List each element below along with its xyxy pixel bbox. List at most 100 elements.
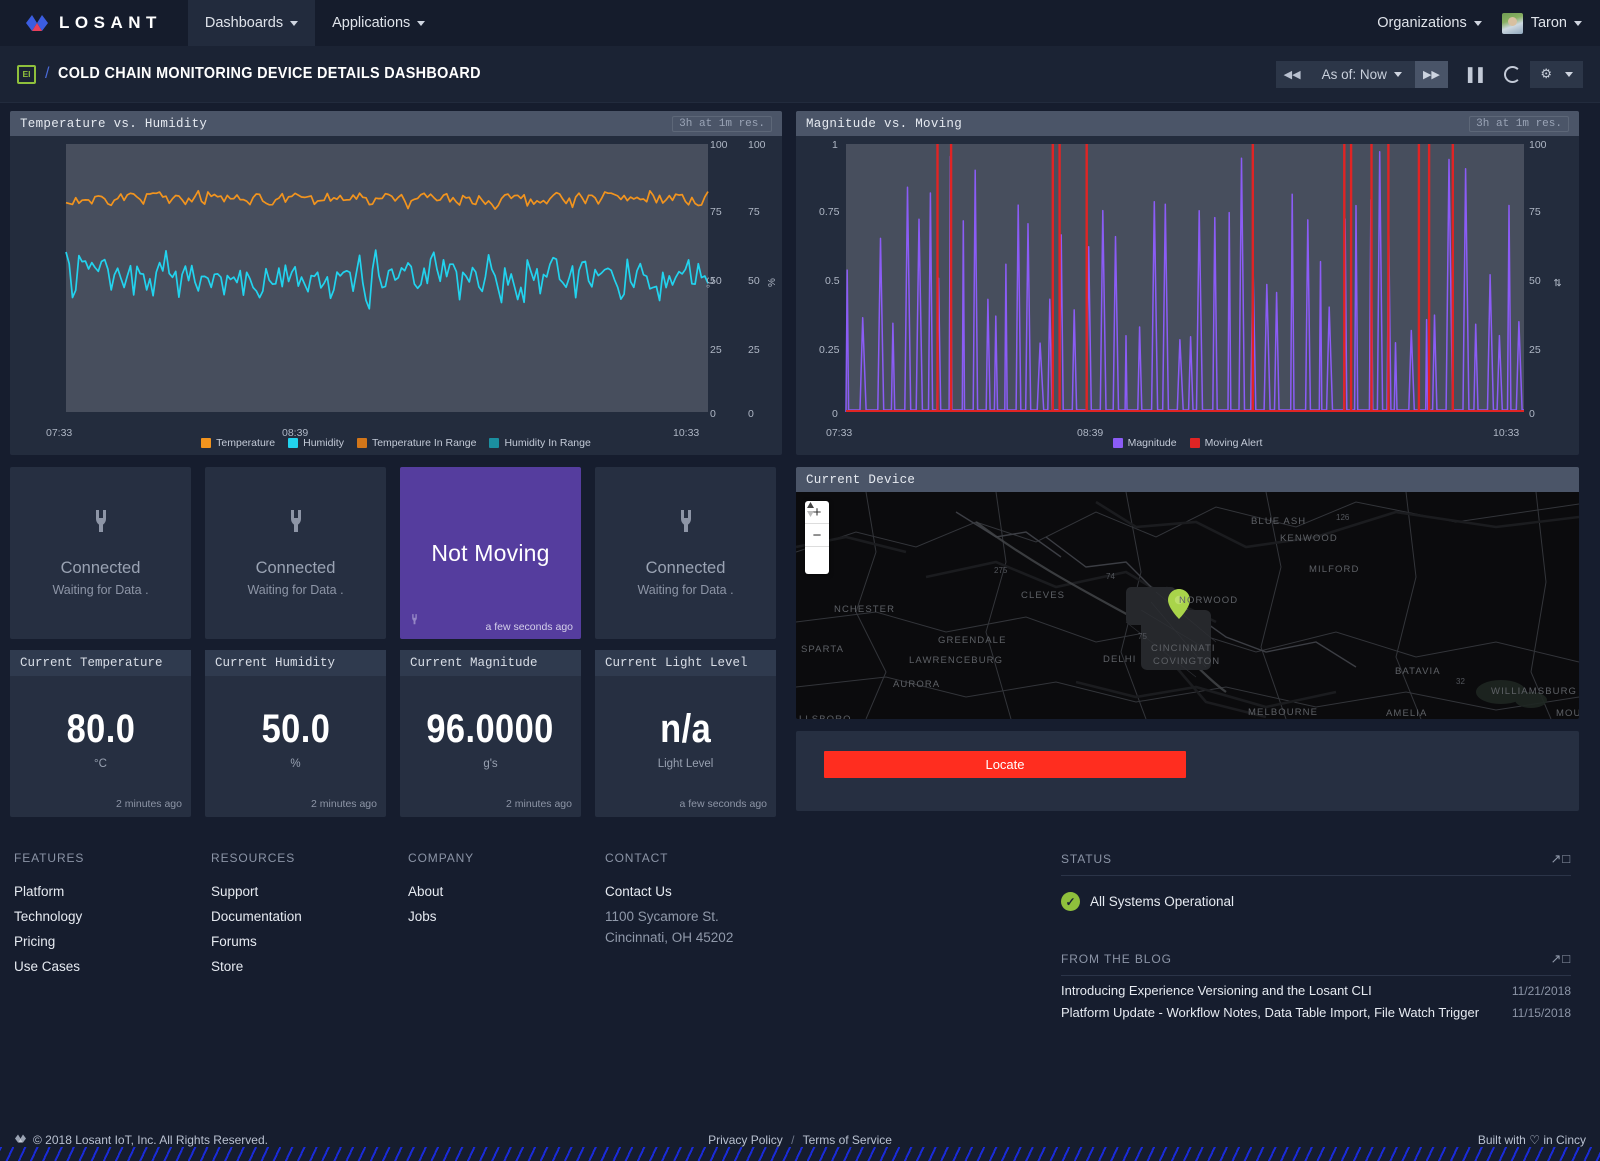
blog-post-title[interactable]: Platform Update - Workflow Notes, Data T… <box>1061 1005 1479 1020</box>
nav-right-group: Organizations Taron <box>1377 0 1600 46</box>
legend-item[interactable]: Magnitude <box>1112 437 1177 449</box>
blog-post-title[interactable]: Introducing Experience Versioning and th… <box>1061 983 1372 998</box>
status-tile[interactable]: Connected Waiting for Data . <box>205 467 386 639</box>
moving-state-label: Not Moving <box>431 539 550 566</box>
legend-item[interactable]: Moving Alert <box>1189 437 1262 449</box>
value-tiles: Current Temperature 80.0 °C 2 minutes ag… <box>10 650 782 817</box>
organizations-menu[interactable]: Organizations <box>1377 15 1482 31</box>
rewind-button[interactable]: ◀◀ <box>1275 60 1309 88</box>
blog-post-row[interactable]: Platform Update - Workflow Notes, Data T… <box>1061 998 1571 1020</box>
map-road-label: 32 <box>1456 677 1465 686</box>
experience-badge[interactable]: EI <box>17 64 36 84</box>
page-title: Cold Chain Monitoring Device Details Das… <box>58 65 482 82</box>
status-tile-sub: Waiting for Data . <box>52 582 149 597</box>
user-menu[interactable]: Taron <box>1501 12 1582 34</box>
privacy-policy-link[interactable]: Privacy Policy <box>708 1133 783 1147</box>
footer-link[interactable]: Use Cases <box>14 959 211 974</box>
compass-icon[interactable] <box>805 502 829 574</box>
value-tile-temperature[interactable]: Current Temperature 80.0 °C 2 minutes ag… <box>10 650 191 817</box>
refresh-spinner-icon[interactable] <box>1504 65 1522 83</box>
footer-link[interactable]: Support <box>211 884 408 899</box>
footer-link[interactable]: Store <box>211 959 408 974</box>
plot-area: 100 75 50 25 0 °C 100 75 50 25 0 % <box>16 139 778 420</box>
legend-label: Humidity In Range <box>504 437 591 449</box>
footer-link[interactable]: Platform <box>14 884 211 899</box>
blog-post-row[interactable]: Introducing Experience Versioning and th… <box>1061 976 1571 998</box>
external-link-icon[interactable]: ↗□ <box>1550 951 1571 967</box>
footer-link-contact-us[interactable]: Contact Us <box>605 884 1061 899</box>
terms-of-service-link[interactable]: Terms of Service <box>803 1133 892 1147</box>
y2-axis-label: % <box>766 278 778 287</box>
settings-menu-button[interactable]: ⚙ <box>1530 60 1583 88</box>
chart-magnitude-moving[interactable]: 1 0.75 0.5 0.25 0 100 75 50 25 0 ⇄ 07:33… <box>796 136 1579 455</box>
footer-link[interactable]: Pricing <box>14 934 211 949</box>
footer-address-line2: Cincinnati, OH 45202 <box>605 930 734 945</box>
pause-icon[interactable]: ▌▌ <box>1461 67 1495 82</box>
status-tile-sub: Waiting for Data . <box>637 582 734 597</box>
legal-links: Privacy Policy / Terms of Service <box>0 1133 1600 1147</box>
footer-link[interactable]: Documentation <box>211 909 408 924</box>
map-city-label: COVINGTON <box>1153 656 1221 667</box>
value-tile-magnitude[interactable]: Current Magnitude 96.0000 g's 2 minutes … <box>400 650 581 817</box>
as-of-dropdown[interactable]: As of: Now <box>1308 60 1415 88</box>
blog-heading-label: FROM THE BLOG <box>1061 952 1172 966</box>
value-tile-timestamp: 2 minutes ago <box>506 798 572 810</box>
panel-header: Temperature vs. Humidity 3h at 1m res. <box>10 111 782 136</box>
legend-item[interactable]: Humidity In Range <box>489 437 591 449</box>
zoom-out-button[interactable]: − <box>805 524 829 547</box>
legend-label: Humidity <box>303 437 344 449</box>
nav-tab-applications[interactable]: Applications <box>315 0 442 46</box>
panel-title: Temperature vs. Humidity <box>20 116 208 131</box>
map-city-label: MOU <box>1556 708 1579 719</box>
map-city-label: NCHESTER <box>834 604 896 615</box>
losant-logo[interactable]: LOSANT <box>0 0 188 46</box>
resolution-badge[interactable]: 3h at 1m res. <box>672 115 772 132</box>
breadcrumb-separator: / <box>45 65 50 82</box>
map-city-label: BATAVIA <box>1395 666 1441 677</box>
value-tile-humidity[interactable]: Current Humidity 50.0 % 2 minutes ago <box>205 650 386 817</box>
value-tile-unit: Light Level <box>657 758 714 770</box>
footer-link[interactable]: Forums <box>211 934 408 949</box>
value-tile-light-level[interactable]: Current Light Level n/a Light Level a fe… <box>595 650 776 817</box>
gear-icon: ⚙ <box>1540 66 1552 81</box>
footer-link[interactable]: About <box>408 884 605 899</box>
nav-tab-dashboards[interactable]: Dashboards <box>187 0 316 46</box>
legend-item[interactable]: Temperature In Range <box>356 437 476 449</box>
map-road-label: 126 <box>1336 513 1350 522</box>
footer-link[interactable]: Jobs <box>408 909 605 924</box>
footer-link[interactable]: Technology <box>14 909 211 924</box>
device-map[interactable]: + − NCHESTER SPARTA GREENDALE LAWRENCEBURG A… <box>796 492 1579 719</box>
organizations-label: Organizations <box>1377 15 1467 31</box>
value-tile-title: Current Temperature <box>10 650 191 676</box>
value-tile-unit: % <box>290 758 301 770</box>
resolution-badge[interactable]: 3h at 1m res. <box>1469 115 1569 132</box>
fast-forward-button[interactable]: ▶▶ <box>1414 60 1448 88</box>
chart-svg <box>65 189 709 310</box>
legend-item[interactable]: Temperature <box>201 437 275 449</box>
footer-column-heading: RESOURCES <box>211 851 296 865</box>
status-tile-sub: Waiting for Data . <box>247 582 344 597</box>
y-axis-tick: 0 <box>832 408 838 420</box>
footer-bottom-bar: © 2018 Losant IoT, Inc. All Rights Reser… <box>0 1133 1600 1147</box>
locate-button[interactable]: Locate <box>824 751 1186 778</box>
map-city-label: WILLIAMSBURG <box>1491 686 1578 697</box>
status-heading-label: STATUS <box>1061 852 1112 866</box>
y-axis-tick: 1 <box>832 139 838 151</box>
dashboard-board: Temperature vs. Humidity 3h at 1m res. 1… <box>0 103 1600 817</box>
legend-swatch <box>356 438 367 448</box>
chart-legend: Temperature Humidity Temperature In Rang… <box>10 437 782 449</box>
chart-temperature-humidity[interactable]: 100 75 50 25 0 °C 100 75 50 25 0 % 07:33… <box>10 136 782 455</box>
y2-axis-tick: 25 <box>1529 344 1541 356</box>
status-tile-moving[interactable]: Not Moving a few seconds ago <box>400 467 581 639</box>
y2-axis-tick: 100 <box>748 139 766 151</box>
legend-label: Magnitude <box>1127 437 1177 449</box>
external-link-icon[interactable]: ↗□ <box>1550 851 1571 867</box>
legend-item[interactable]: Humidity <box>288 437 344 449</box>
user-name-label: Taron <box>1530 15 1567 31</box>
y2-axis-tick: 75 <box>748 206 760 218</box>
value-tile-body: 80.0 °C <box>10 676 191 817</box>
panel-locate: Locate <box>796 731 1579 811</box>
status-tile[interactable]: Connected Waiting for Data . <box>10 467 191 639</box>
status-tile[interactable]: Connected Waiting for Data . <box>595 467 776 639</box>
status-tile-state: Connected <box>255 558 336 577</box>
